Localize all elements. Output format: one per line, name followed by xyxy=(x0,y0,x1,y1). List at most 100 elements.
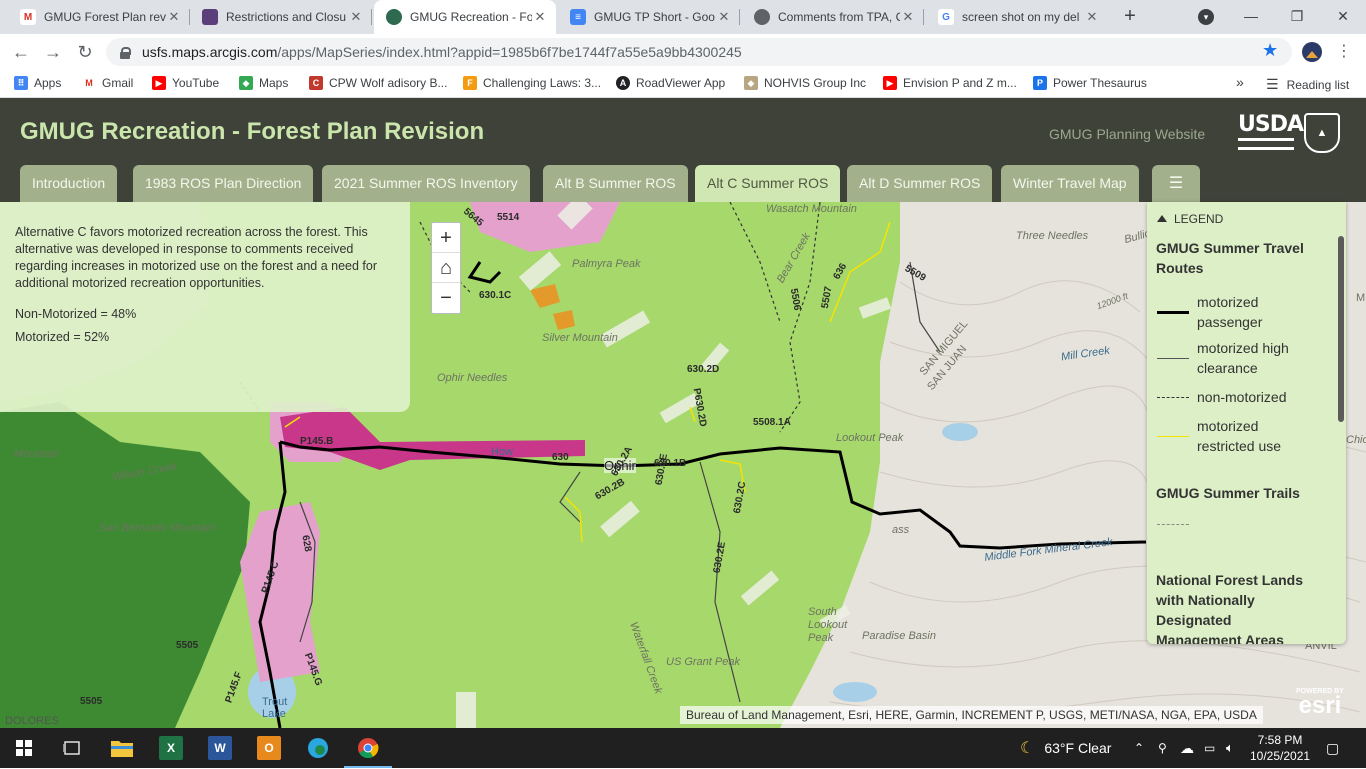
word-icon[interactable]: W xyxy=(208,736,232,760)
close-tab-icon[interactable]: ✕ xyxy=(166,9,182,25)
map-label: DOLORES xyxy=(5,715,59,727)
back-icon[interactable]: ← xyxy=(9,40,33,64)
tab-title: GMUG Recreation - Fo xyxy=(410,10,532,24)
forward-icon[interactable]: → xyxy=(41,40,65,64)
system-clock[interactable]: 7:58 PM 10/25/2021 xyxy=(1250,732,1310,764)
tab-1983-ros-plan-direction[interactable]: 1983 ROS Plan Direction xyxy=(133,165,314,202)
lake xyxy=(833,682,877,702)
bookmark-gmail[interactable]: M Gmail xyxy=(82,76,133,90)
close-tab-icon[interactable]: ✕ xyxy=(348,9,364,25)
map-label: Paradise Basin xyxy=(862,630,936,642)
restore-icon[interactable]: ❐ xyxy=(1274,0,1320,34)
zoom-out-button[interactable]: − xyxy=(432,283,460,313)
bookmark-youtube[interactable]: ▶ YouTube xyxy=(152,76,219,90)
browser-tab[interactable]: G screen shot on my del ✕ xyxy=(926,0,1108,34)
browser-toolbar: ← → ↻ usfs.maps.arcgis.com/apps/MapSerie… xyxy=(0,34,1366,70)
planning-website-link[interactable]: GMUG Planning Website xyxy=(1049,126,1205,142)
home-icon[interactable]: ⌂ xyxy=(432,253,460,283)
windows-start-icon[interactable] xyxy=(12,736,36,760)
roaded-zone xyxy=(530,284,560,308)
browser-tab[interactable]: Restrictions and Closu ✕ xyxy=(190,0,372,34)
browser-tab-strip: M GMUG Forest Plan rev ✕ Restrictions an… xyxy=(0,0,1366,34)
browser-tab[interactable]: M GMUG Forest Plan rev ✕ xyxy=(8,0,190,34)
close-tab-icon[interactable]: ✕ xyxy=(716,9,732,25)
clock-time: 7:58 PM xyxy=(1257,733,1303,747)
tab-alt-c-summer-ros[interactable]: Alt C Summer ROS xyxy=(695,165,841,202)
legend-toggle[interactable]: LEGEND xyxy=(1157,212,1223,226)
edge-icon[interactable] xyxy=(306,736,330,760)
close-tab-icon[interactable]: ✕ xyxy=(1084,9,1100,25)
excel-icon[interactable]: X xyxy=(159,736,183,760)
clock-date: 10/25/2021 xyxy=(1250,749,1311,763)
battery-icon[interactable]: ▭ xyxy=(1204,728,1215,768)
onedrive-icon[interactable]: ☁ xyxy=(1180,728,1194,768)
bookmark-cpw[interactable]: C CPW Wolf adisory B... xyxy=(309,76,447,90)
chrome-icon[interactable] xyxy=(344,736,392,768)
list-menu-icon[interactable]: ☰ xyxy=(1152,165,1200,202)
forest-service-icon xyxy=(202,9,218,25)
legend-item: motorized restricted use xyxy=(1157,416,1337,456)
meet-now-icon[interactable]: ⚲ xyxy=(1158,728,1167,768)
esri-logo: POWERED BY esri xyxy=(1296,688,1344,719)
notifications-icon[interactable]: ▢ xyxy=(1326,728,1339,768)
minimize-icon[interactable]: — xyxy=(1228,0,1274,34)
bookmark-label: NOHVIS Group Inc xyxy=(764,76,867,90)
bookmark-envision[interactable]: ▶ Envision P and Z m... xyxy=(883,76,1017,90)
profile-avatar[interactable] xyxy=(1302,42,1322,62)
volume-icon[interactable]: 🔈︎ xyxy=(1226,728,1234,768)
tab-alt-b-summer-ros[interactable]: Alt B Summer ROS xyxy=(543,165,688,202)
reading-list-button[interactable]: ☰ Reading list xyxy=(1266,76,1349,93)
address-bar[interactable]: usfs.maps.arcgis.com/apps/MapSeries/inde… xyxy=(106,38,1292,66)
map-label: Chio xyxy=(1346,434,1366,446)
youtube-icon: ▶ xyxy=(152,76,166,90)
legend-item: motorized high clearance xyxy=(1157,338,1337,378)
browser-tab[interactable]: ≡ GMUG TP Short - Goo ✕ xyxy=(558,0,740,34)
close-tab-icon[interactable]: ✕ xyxy=(900,9,916,25)
tab-search-icon[interactable]: ▾ xyxy=(1198,9,1214,25)
browser-tab-active[interactable]: GMUG Recreation - Fo ✕ xyxy=(374,0,556,34)
tab-title: GMUG Forest Plan rev xyxy=(44,10,166,24)
map-label: Silver Mountain xyxy=(542,332,618,344)
zoom-in-button[interactable]: + xyxy=(432,223,460,253)
bookmark-maps[interactable]: ◆ Maps xyxy=(239,76,288,90)
bookmark-roadviewer[interactable]: A RoadViewer App xyxy=(616,76,725,90)
tab-introduction[interactable]: Introduction xyxy=(20,165,118,202)
legend-swatch-solid-thin xyxy=(1157,357,1189,359)
legend-section-title: GMUG Summer Travel Routes xyxy=(1156,240,1304,276)
tab-alt-d-summer-ros[interactable]: Alt D Summer ROS xyxy=(847,165,993,202)
weather-widget[interactable]: ☾ 63°F Clear xyxy=(1020,728,1111,768)
task-view-icon[interactable] xyxy=(60,736,84,760)
new-tab-icon[interactable]: + xyxy=(1118,5,1142,29)
bookmark-challenging-laws[interactable]: F Challenging Laws: 3... xyxy=(463,76,601,90)
file-explorer-icon[interactable] xyxy=(110,736,134,760)
tab-title: GMUG TP Short - Goo xyxy=(594,10,715,24)
bookmark-label: Envision P and Z m... xyxy=(903,76,1017,90)
map-label: ass xyxy=(892,524,910,536)
map-label: San Bernardo Mountain xyxy=(99,522,216,534)
show-hidden-icons[interactable]: ⌃ xyxy=(1134,728,1144,768)
bookmark-power-thesaurus[interactable]: P Power Thesaurus xyxy=(1033,76,1147,90)
legend-section-title: GMUG Summer Trails xyxy=(1156,485,1300,501)
outlook-icon[interactable]: O xyxy=(257,736,281,760)
browser-menu-icon[interactable]: ⋮ xyxy=(1336,42,1352,62)
tab-winter-travel-map[interactable]: Winter Travel Map xyxy=(1001,165,1139,202)
bookmark-label: Apps xyxy=(34,76,62,90)
window-close-icon[interactable]: ✕ xyxy=(1320,0,1366,34)
legend-section-title: National Forest Lands with Nationally De… xyxy=(1156,572,1304,628)
bookmark-apps[interactable]: ⠿ Apps xyxy=(14,76,61,90)
legend-swatch-yellow xyxy=(1157,435,1189,437)
tab-2021-summer-ros-inventory[interactable]: 2021 Summer ROS Inventory xyxy=(322,165,530,202)
more-bookmarks-icon[interactable]: » xyxy=(1236,74,1244,90)
close-tab-icon[interactable]: ✕ xyxy=(532,9,548,25)
challenging-laws-icon: F xyxy=(463,76,477,90)
browser-tab[interactable]: Comments from TPA, C ✕ xyxy=(742,0,924,34)
esri-wordmark: esri xyxy=(1298,692,1342,719)
bookmark-nohvis[interactable]: ◆ NOHVIS Group Inc xyxy=(744,76,866,90)
bookmark-star-icon[interactable]: ★ xyxy=(1262,40,1278,61)
legend-scrollbar[interactable] xyxy=(1338,236,1344,422)
url-host: usfs.maps.arcgis.com xyxy=(142,44,278,60)
route-label: P145.B xyxy=(300,436,334,447)
map-label: US Grant Peak xyxy=(666,656,740,668)
nohvis-icon: ◆ xyxy=(744,76,758,90)
reload-icon[interactable]: ↻ xyxy=(73,40,97,64)
